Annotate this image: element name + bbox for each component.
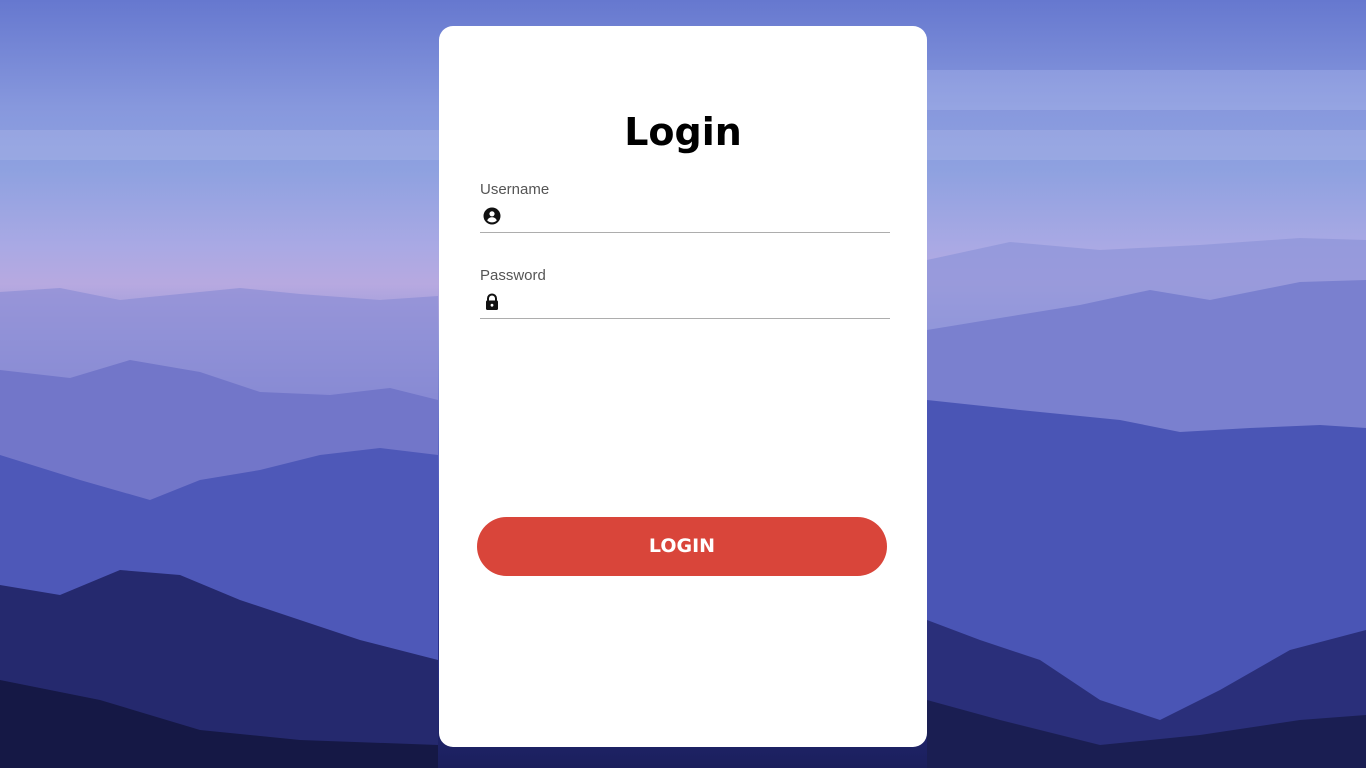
password-field-group: Password [480,266,890,319]
password-label: Password [480,267,546,284]
username-input[interactable] [504,202,890,230]
password-input-row [480,286,890,319]
user-circle-icon [480,204,504,228]
username-input-row [480,200,890,233]
lock-icon [480,290,504,314]
username-field-group: Username [480,180,890,233]
login-button[interactable]: LOGIN [477,517,887,576]
login-card: Login Username Password LOGIN [439,26,927,747]
page-title: Login [624,110,742,154]
password-input[interactable] [504,288,890,316]
username-label: Username [480,181,550,198]
